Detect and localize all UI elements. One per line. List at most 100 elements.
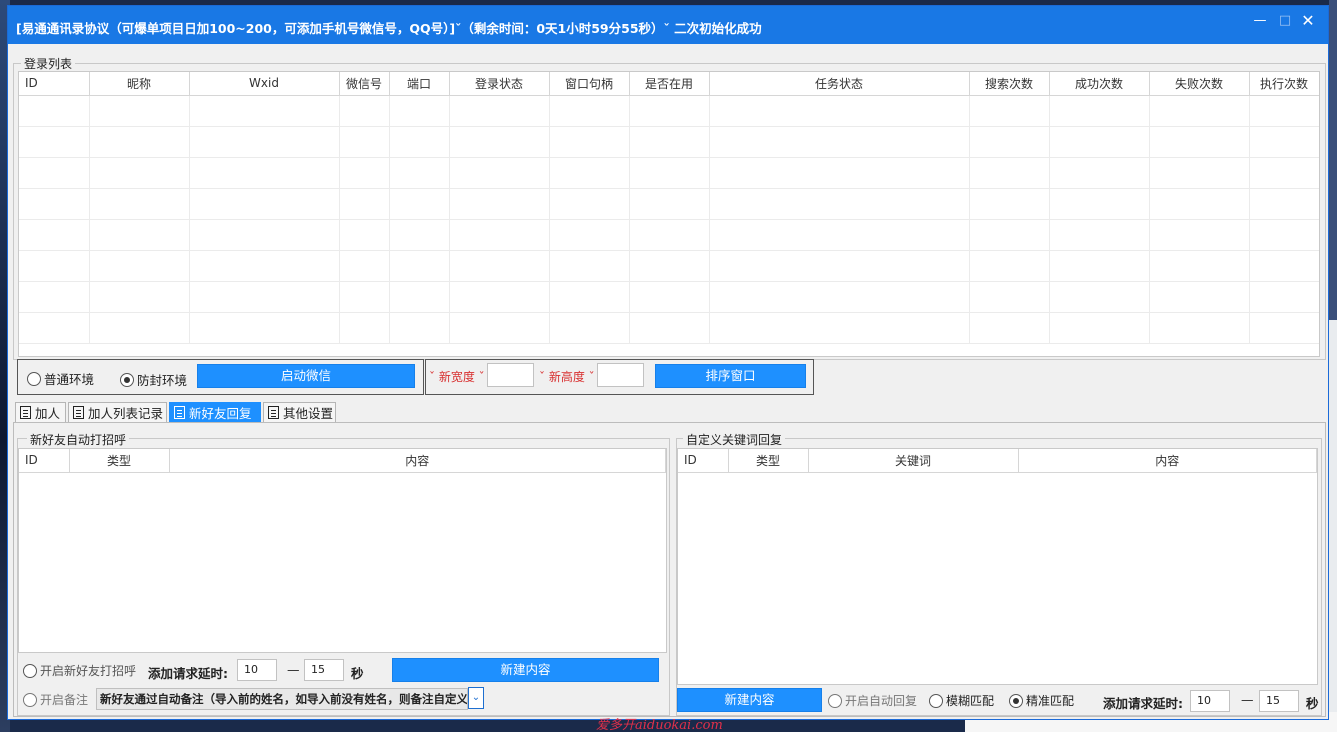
exact-match-radio[interactable]: 精准匹配 — [1009, 692, 1074, 709]
safe-env-radio[interactable]: 防封环境 — [120, 370, 187, 389]
table-row[interactable] — [19, 95, 1319, 127]
enable-greeting-radio[interactable]: 开启新好友打招呼 — [23, 662, 136, 679]
column-header[interactable]: 微信号 — [339, 72, 390, 96]
column-header[interactable]: 失败次数 — [1149, 72, 1250, 96]
enable-remark-radio[interactable]: 开启备注 — [23, 691, 88, 708]
column-header[interactable]: ID — [19, 449, 70, 473]
table-cell — [89, 126, 190, 158]
column-header[interactable]: 端口 — [389, 72, 450, 96]
greeting-delay-unit: 秒 — [351, 666, 364, 681]
close-icon[interactable]: ✕ — [1297, 11, 1319, 31]
table-row[interactable] — [19, 126, 1319, 158]
column-header[interactable]: Wxid — [189, 72, 340, 96]
column-header[interactable]: 类型 — [69, 449, 170, 473]
column-header[interactable]: 关键词 — [808, 449, 1019, 473]
tab-add-people[interactable]: 加人 — [15, 402, 66, 423]
column-header[interactable]: 昵称 — [89, 72, 190, 96]
column-header[interactable]: 是否在用 — [629, 72, 710, 96]
minimize-icon[interactable]: — — [1249, 11, 1271, 31]
greeting-delay-max-input[interactable]: 15 — [304, 659, 344, 681]
table-cell — [549, 188, 630, 220]
new-height-input[interactable] — [597, 363, 644, 387]
keyword-delay-separator: — — [1241, 692, 1254, 707]
radio-icon — [23, 663, 37, 678]
table-cell — [389, 126, 450, 158]
column-header[interactable]: 内容 — [1018, 449, 1317, 473]
table-row[interactable] — [19, 312, 1319, 344]
tab-add-list-records[interactable]: 加人列表记录 — [68, 402, 167, 423]
column-header[interactable]: 成功次数 — [1049, 72, 1150, 96]
table-cell — [709, 126, 970, 158]
keyword-new-content-button[interactable]: 新建内容 — [677, 688, 822, 712]
column-header[interactable]: 窗口句柄 — [549, 72, 630, 96]
table-cell — [969, 188, 1050, 220]
table-row[interactable] — [19, 250, 1319, 282]
greeting-delay-min-input[interactable]: 10 — [237, 659, 277, 681]
table-cell — [629, 312, 710, 344]
table-cell — [549, 95, 630, 127]
fuzzy-match-radio[interactable]: 模糊匹配 — [929, 692, 994, 709]
table-cell — [549, 126, 630, 158]
radio-icon — [27, 371, 41, 386]
table-cell — [89, 188, 190, 220]
maximize-icon[interactable]: □ — [1274, 11, 1296, 31]
table-cell — [449, 95, 550, 127]
column-header[interactable]: 类型 — [728, 449, 809, 473]
desktop-background-strip — [1329, 0, 1337, 320]
keyword-delay-min-input[interactable]: 10 — [1190, 690, 1230, 712]
chevron-down-icon[interactable]: ⌄ — [468, 687, 484, 709]
column-header[interactable]: 登录状态 — [449, 72, 550, 96]
table-cell — [549, 157, 630, 189]
sort-windows-button[interactable]: 排序窗口 — [655, 364, 806, 388]
table-row[interactable] — [19, 219, 1319, 251]
column-header[interactable]: 执行次数 — [1249, 72, 1319, 96]
login-list-table[interactable]: ID 昵称 Wxid 微信号 端口 登录状态 窗口句柄 是否在用 任务状态 搜索次数 成功次数 失败次… — [18, 71, 1320, 357]
table-cell — [969, 281, 1050, 313]
table-cell — [189, 95, 340, 127]
greeting-table[interactable]: ID 类型 内容 — [18, 448, 667, 653]
table-row[interactable] — [19, 281, 1319, 313]
column-header[interactable]: ID — [19, 72, 90, 96]
table-cell — [1249, 312, 1319, 344]
greeting-new-content-button[interactable]: 新建内容 — [392, 658, 659, 682]
table-row[interactable] — [19, 157, 1319, 189]
keyword-delay-max-input[interactable]: 15 — [1259, 690, 1299, 712]
table-cell — [449, 312, 550, 344]
title-bar[interactable]: [易通通讯录协议（可爆单项目日加100~200，可添加手机号微信号，QQ号）]ˇ… — [8, 6, 1328, 44]
table-cell — [89, 281, 190, 313]
keyword-table[interactable]: ID 类型 关键词 内容 — [677, 448, 1318, 685]
column-header[interactable]: 搜索次数 — [969, 72, 1050, 96]
table-cell — [629, 250, 710, 282]
tab-other-settings[interactable]: 其他设置 — [263, 402, 336, 423]
table-cell — [339, 250, 390, 282]
table-cell — [89, 95, 190, 127]
table-cell — [339, 157, 390, 189]
table-cell — [19, 188, 90, 220]
start-wechat-button[interactable]: 启动微信 — [197, 364, 415, 388]
normal-env-radio[interactable]: 普通环境 — [27, 369, 94, 388]
column-header[interactable]: ID — [678, 449, 729, 473]
new-width-label: ˇ 新宽度 ˇ — [429, 370, 485, 384]
enable-auto-reply-radio[interactable]: 开启自动回复 — [828, 692, 917, 709]
new-width-input[interactable] — [487, 363, 534, 387]
column-header[interactable]: 任务状态 — [709, 72, 970, 96]
column-header[interactable]: 内容 — [169, 449, 666, 473]
table-cell — [709, 219, 970, 251]
table-cell — [339, 126, 390, 158]
table-cell — [19, 126, 90, 158]
keyword-delay-unit: 秒 — [1306, 696, 1319, 711]
table-row[interactable] — [19, 188, 1319, 220]
remark-select[interactable]: 新好友通过自动备注（导入前的姓名，如导入前没有姓名，则备注自定义） — [96, 688, 468, 710]
table-cell — [339, 219, 390, 251]
table-cell — [189, 126, 340, 158]
table-cell — [389, 250, 450, 282]
table-cell — [339, 281, 390, 313]
table-cell — [1149, 250, 1250, 282]
table-cell — [189, 312, 340, 344]
table-cell — [629, 157, 710, 189]
table-cell — [449, 188, 550, 220]
table-cell — [389, 188, 450, 220]
tab-new-friend-reply[interactable]: 新好友回复 — [169, 402, 261, 423]
keyword-delay-label: 添加请求延时: — [1103, 696, 1183, 711]
table-cell — [89, 219, 190, 251]
